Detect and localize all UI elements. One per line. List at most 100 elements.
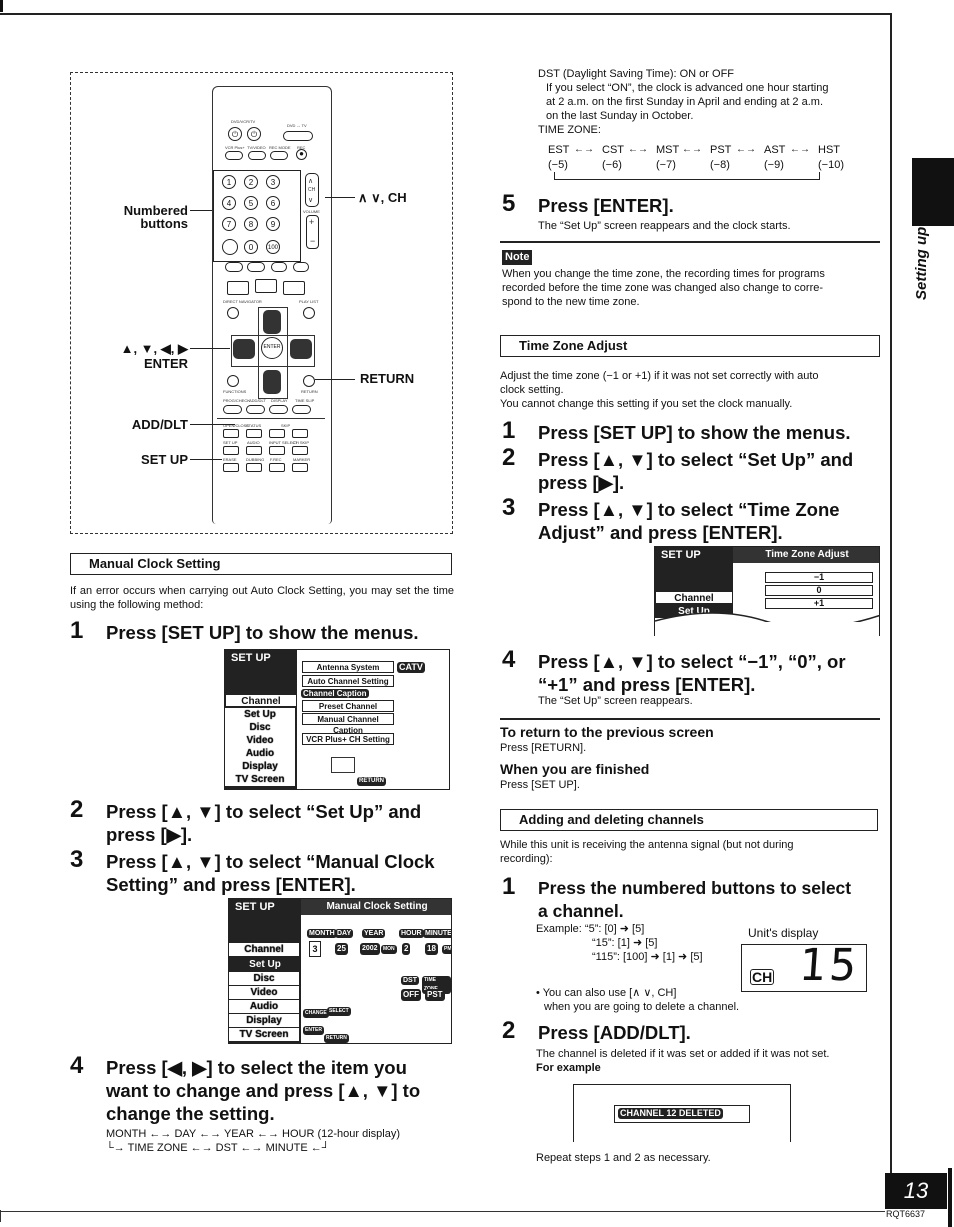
registration-mark: [0, 0, 3, 12]
label-volume: VOLUME: [303, 209, 320, 214]
option-auto-channel[interactable]: Auto Channel Setting: [302, 675, 394, 687]
menu-item-tv-screen[interactable]: TV Screen: [229, 1028, 299, 1041]
step-4: 4 Press [◀, ▶] to select the item you wan…: [70, 1054, 460, 1126]
return-desc: Press [RETURN].: [500, 742, 587, 754]
functions-button[interactable]: [227, 375, 239, 387]
digit-7-button[interactable]: 7: [222, 217, 236, 231]
bullet-icon: •: [536, 987, 543, 999]
power-button[interactable]: ⏻: [228, 127, 242, 141]
menu-item-channel[interactable]: Channel: [229, 943, 299, 956]
section-title-text: Setting up: [913, 226, 930, 300]
prog-check-button[interactable]: [223, 405, 242, 414]
digit-100-button[interactable]: 100: [266, 240, 280, 254]
up-arrow-button[interactable]: [263, 310, 281, 334]
slow-fwd-button[interactable]: [247, 262, 265, 272]
right-arrow-button[interactable]: [290, 339, 312, 359]
menu-item-display[interactable]: Display: [229, 1014, 299, 1027]
option-0[interactable]: 0: [765, 585, 873, 596]
menu-item-channel[interactable]: Channel: [655, 591, 733, 604]
digit-5-button[interactable]: 5: [244, 196, 258, 210]
left-arrow-button[interactable]: [233, 339, 255, 359]
channel-up-down-button[interactable]: ∧ CH ∨: [305, 173, 319, 207]
digit-4-button[interactable]: 4: [222, 196, 236, 210]
dvd-tv-switch[interactable]: [283, 131, 313, 141]
open-close-button[interactable]: [223, 429, 239, 438]
step-line: Setting” and press [ENTER].: [106, 874, 356, 895]
search-rev-button[interactable]: [271, 262, 287, 272]
field-value-year[interactable]: 2002: [360, 943, 380, 955]
text-line: recording):: [500, 853, 553, 865]
menu-item-setup[interactable]: Set Up: [225, 708, 295, 721]
tz-value[interactable]: PST: [425, 989, 445, 1001]
menu-item-setup[interactable]: Set Up: [229, 958, 301, 971]
power-tv-button[interactable]: ⏻: [247, 127, 261, 141]
tz-step-1: 1 Press [SET UP] to show the menus.: [502, 419, 882, 447]
time-zone-name: CST: [602, 144, 624, 156]
skip-forward-button[interactable]: [292, 429, 308, 438]
audio-button[interactable]: [246, 446, 262, 455]
field-value-day[interactable]: 25: [335, 943, 348, 955]
menu-item-tv-screen[interactable]: TV Screen: [225, 773, 295, 786]
field-value-hour[interactable]: 2: [402, 943, 411, 955]
stop-button[interactable]: [227, 281, 249, 295]
digit-9-button[interactable]: 9: [266, 217, 280, 231]
pause-button[interactable]: [255, 279, 277, 293]
digit-8-button[interactable]: 8: [244, 217, 258, 231]
recmode-button[interactable]: [270, 151, 288, 160]
search-fwd-button[interactable]: [293, 262, 309, 272]
digit-6-button[interactable]: 6: [266, 196, 280, 210]
setup-sidebar: SET UP Channel Set Up Disc Video Audio D…: [229, 899, 301, 1043]
blank-button[interactable]: [222, 239, 238, 255]
option-preset-caption[interactable]: Preset Channel Caption: [302, 700, 394, 722]
menu-item-disc[interactable]: Disc: [229, 972, 299, 985]
setup-button[interactable]: [223, 446, 239, 455]
setup-sidebar: SET UP Channel Set Up: [655, 547, 733, 618]
option-vcrplus-ch[interactable]: VCR Plus+ CH Setting: [302, 733, 394, 745]
display-button[interactable]: [269, 405, 288, 414]
play-button[interactable]: [283, 281, 305, 295]
menu-item-audio[interactable]: Audio: [225, 747, 295, 760]
menu-item-audio[interactable]: Audio: [229, 1000, 299, 1013]
menu-item-display[interactable]: Display: [225, 760, 295, 773]
skip-back-button[interactable]: [269, 429, 285, 438]
label-display: DISPLAY: [271, 398, 288, 403]
option-manual-caption[interactable]: Manual Channel Caption: [302, 713, 394, 735]
erase-button[interactable]: [223, 463, 239, 472]
tvvideo-button[interactable]: [248, 151, 266, 160]
time-slip-button[interactable]: [292, 405, 311, 414]
menu-item-channel[interactable]: Channel: [225, 694, 297, 707]
top-menu-button[interactable]: [227, 307, 239, 319]
option-minus-1[interactable]: −1: [765, 572, 873, 583]
menu-button[interactable]: [303, 307, 315, 319]
frec-button[interactable]: [269, 463, 285, 472]
rec-button[interactable]: ●: [296, 149, 307, 160]
add-dlt-button[interactable]: [246, 405, 265, 414]
digit-2-button[interactable]: 2: [244, 175, 258, 189]
status-button[interactable]: [246, 429, 262, 438]
unit-display-label: Unit's display: [748, 926, 819, 940]
dubbing-button[interactable]: [246, 463, 262, 472]
vcrplus-button[interactable]: [225, 151, 243, 160]
menu-item-disc[interactable]: Disc: [225, 721, 295, 734]
down-arrow-button[interactable]: [263, 370, 281, 394]
enter-button[interactable]: ENTER: [261, 337, 283, 359]
slow-rev-button[interactable]: [225, 262, 243, 272]
menu-item-video[interactable]: Video: [225, 734, 295, 747]
digit-3-button[interactable]: 3: [266, 175, 280, 189]
option-antenna-system[interactable]: Antenna System: [302, 661, 394, 673]
input-select-button[interactable]: [269, 446, 285, 455]
marker-button[interactable]: [292, 463, 308, 472]
leader-line: [190, 424, 235, 425]
section-heading-manual-clock: Manual Clock Setting: [70, 553, 452, 575]
label-ch-skip: CH SKIP: [293, 440, 310, 445]
field-value-month[interactable]: 3: [309, 941, 321, 957]
setup-sidebar: SET UP Channel Set Up Disc Video Audio D…: [225, 650, 297, 789]
ch-skip-button[interactable]: [292, 446, 308, 455]
digit-1-button[interactable]: 1: [222, 175, 236, 189]
dst-value[interactable]: OFF: [401, 989, 421, 1001]
return-button[interactable]: [303, 375, 315, 387]
menu-item-video[interactable]: Video: [229, 986, 299, 999]
volume-button[interactable]: + −: [306, 215, 319, 249]
digit-0-button[interactable]: 0: [244, 240, 258, 254]
field-value-minute[interactable]: 18: [425, 943, 438, 955]
